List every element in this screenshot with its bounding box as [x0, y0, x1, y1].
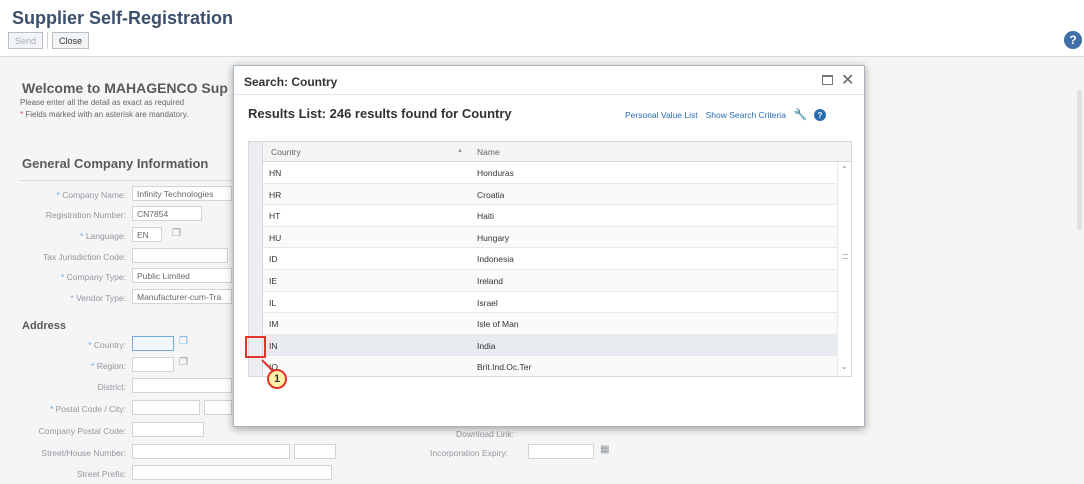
help-circle-icon[interactable]: ?	[813, 109, 826, 121]
table-row[interactable]: HU Hungary	[249, 226, 837, 249]
country-code-cell: ID	[269, 254, 278, 265]
annotation-badge: 1	[267, 369, 287, 389]
personal-value-list-link[interactable]: Personal Value List	[625, 110, 698, 120]
country-name-cell: Isle of Man	[477, 319, 519, 330]
country-name-cell: Brit.Ind.Oc.Ter	[477, 362, 532, 373]
table-row[interactable]: ID Indonesia	[249, 248, 837, 270]
country-name-cell: Croatia	[477, 189, 505, 200]
country-name-cell: Hungary	[477, 232, 510, 243]
table-row[interactable]: HT Haiti	[249, 205, 837, 227]
scroll-up-icon[interactable]: ⌃	[841, 165, 848, 174]
scroll-down-icon[interactable]: ⌄	[841, 362, 848, 371]
dialog-links: Personal Value List Show Search Criteria…	[625, 109, 826, 121]
search-country-dialog: Search: Country ✕ Results List: 246 resu…	[233, 65, 865, 427]
toolbar: Send Close	[8, 32, 90, 49]
maximize-icon[interactable]	[822, 75, 833, 85]
send-button[interactable]: Send	[8, 32, 44, 49]
toolbar-separator	[47, 32, 49, 49]
country-name-cell: Honduras	[477, 168, 514, 178]
results-title: Results List: 246 results found for Coun…	[248, 106, 512, 121]
close-button[interactable]: Close	[52, 32, 90, 49]
settings-wrench-icon[interactable]: 🔧	[794, 109, 808, 121]
table-row[interactable]: IM Isle of Man	[249, 313, 837, 335]
dialog-divider	[234, 94, 864, 95]
dialog-title: Search: Country	[244, 75, 338, 89]
table-row[interactable]: HR Croatia	[249, 183, 837, 206]
table-scrollbar[interactable]: ⌃ ⌄	[837, 162, 851, 376]
show-search-criteria-link[interactable]: Show Search Criteria	[706, 110, 786, 120]
results-table: Country ▲ Name HN Honduras HR Croatia HT Hait…	[248, 141, 852, 377]
column-header-name[interactable]: Name	[477, 147, 500, 157]
country-code-cell: HR	[269, 189, 282, 200]
country-code-cell: IE	[269, 276, 278, 286]
close-icon[interactable]: ✕	[841, 70, 854, 90]
country-code-cell: HU	[269, 232, 282, 243]
page-title: Supplier Self-Registration	[12, 8, 234, 28]
column-header-country[interactable]: Country	[271, 147, 301, 157]
country-name-cell: India	[477, 340, 496, 351]
country-code-cell: IM	[269, 319, 279, 330]
table-row[interactable]: IE Ireland	[249, 270, 837, 292]
scroll-thumb[interactable]	[842, 254, 848, 259]
table-row[interactable]: IO Brit.Ind.Oc.Ter	[249, 356, 837, 376]
country-name-cell: Indonesia	[477, 254, 514, 265]
sort-icon[interactable]: ▲	[457, 148, 463, 154]
country-code-cell: IL	[269, 297, 277, 308]
table-row[interactable]: IN India	[249, 334, 837, 357]
table-row[interactable]: HN Honduras	[249, 162, 837, 184]
country-name-cell: Israel	[477, 297, 498, 308]
country-name-cell: Ireland	[477, 276, 503, 286]
help-icon[interactable]: ?	[1064, 31, 1082, 49]
country-code-cell: HT	[269, 211, 281, 222]
country-code-cell: HN	[269, 168, 282, 178]
country-name-cell: Haiti	[477, 211, 495, 222]
table-header: Country ▲ Name	[249, 142, 851, 162]
annotation-highlight-box	[245, 336, 266, 358]
country-code-cell: IN	[269, 340, 278, 351]
table-row[interactable]: IL Israel	[249, 292, 837, 314]
